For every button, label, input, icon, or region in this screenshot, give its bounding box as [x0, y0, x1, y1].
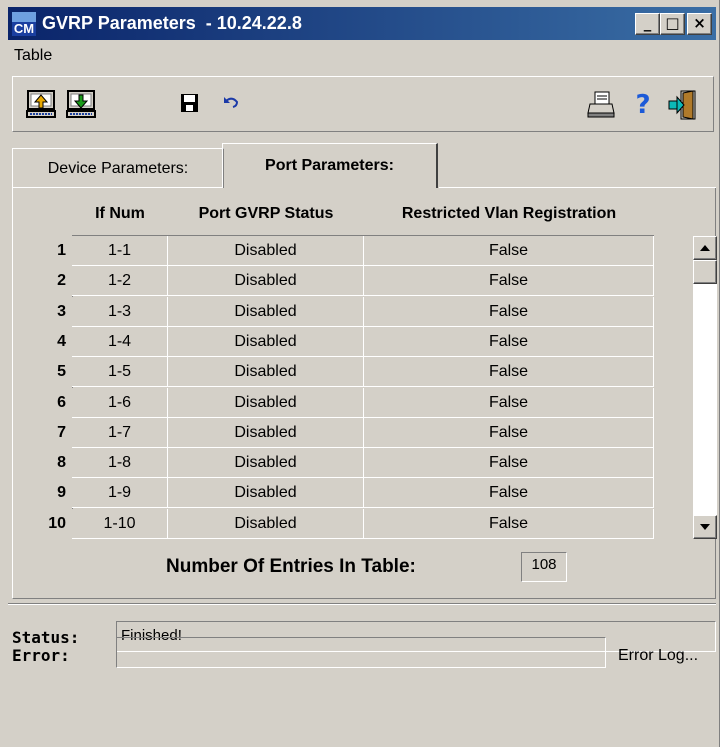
tab-port-label: Port Parameters:	[265, 157, 394, 174]
app-icon-label: CM	[12, 20, 36, 36]
entries-count-value: 108	[521, 552, 567, 582]
vertical-scrollbar[interactable]	[693, 236, 717, 539]
maximize-button[interactable]: □	[660, 12, 685, 35]
cell-gvrp-status[interactable]: Disabled	[168, 448, 364, 478]
error-log-button[interactable]: Error Log...	[618, 647, 698, 665]
minimize-button[interactable]: _	[635, 12, 660, 35]
download-icon[interactable]	[65, 89, 97, 121]
cell-if-num[interactable]: 1-10	[72, 509, 168, 539]
cell-if-num[interactable]: 1-9	[72, 478, 168, 508]
window-title: GVRP Parameters - 10.24.22.8	[42, 13, 302, 33]
tab-device-label: Device Parameters:	[47, 159, 189, 177]
cell-gvrp-status[interactable]: Disabled	[168, 509, 364, 539]
chevron-down-icon	[700, 524, 710, 530]
scroll-up-button[interactable]	[693, 236, 717, 260]
cell-gvrp-status[interactable]: Disabled	[168, 236, 364, 266]
row-number: 4	[57, 333, 66, 350]
menu-table[interactable]: Table	[8, 47, 58, 65]
cell-if-num[interactable]: 1-5	[72, 357, 168, 387]
close-button[interactable]: ×	[687, 12, 712, 35]
tab-port-parameters[interactable]: Port Parameters:	[222, 143, 438, 188]
help-glyph: ?	[635, 90, 651, 120]
cell-restricted-vlan[interactable]: False	[364, 236, 654, 266]
error-field	[116, 637, 606, 668]
row-number: 7	[57, 424, 66, 441]
chevron-up-icon	[700, 245, 710, 251]
column-header-gvrp-status: Port GVRP Status	[198, 205, 334, 222]
row-number: 3	[57, 303, 66, 320]
cell-restricted-vlan[interactable]: False	[364, 478, 654, 508]
cell-restricted-vlan[interactable]: False	[364, 357, 654, 387]
row-number: 1	[57, 242, 66, 259]
toolbar: ?	[12, 76, 714, 132]
cell-restricted-vlan[interactable]: False	[364, 297, 654, 327]
cell-if-num[interactable]: 1-3	[72, 297, 168, 327]
row-number: 8	[57, 454, 66, 471]
row-number: 5	[57, 363, 66, 380]
cell-if-num[interactable]: 1-7	[72, 418, 168, 448]
exit-icon[interactable]	[667, 89, 699, 121]
scroll-thumb[interactable]	[693, 260, 717, 284]
cell-gvrp-status[interactable]: Disabled	[168, 297, 364, 327]
gvrp-window: CM GVRP Parameters - 10.24.22.8 _ □ × Ta…	[0, 0, 720, 747]
cell-restricted-vlan[interactable]: False	[364, 266, 654, 296]
cell-restricted-vlan[interactable]: False	[364, 327, 654, 357]
status-label: Status:	[12, 628, 80, 647]
row-number: 9	[57, 484, 66, 501]
cell-gvrp-status[interactable]: Disabled	[168, 418, 364, 448]
cell-if-num[interactable]: 1-1	[72, 236, 168, 266]
column-header-restricted-vlan: Restricted Vlan Registration	[401, 205, 617, 222]
menu-bar: Table	[8, 42, 58, 70]
column-header-if-num: If Num	[95, 205, 145, 222]
cell-restricted-vlan[interactable]: False	[364, 448, 654, 478]
cell-if-num[interactable]: 1-4	[72, 327, 168, 357]
cell-gvrp-status[interactable]: Disabled	[168, 478, 364, 508]
cell-restricted-vlan[interactable]: False	[364, 388, 654, 418]
help-icon[interactable]: ?	[627, 89, 659, 121]
cell-gvrp-status[interactable]: Disabled	[168, 327, 364, 357]
cell-restricted-vlan[interactable]: False	[364, 418, 654, 448]
cell-if-num[interactable]: 1-6	[72, 388, 168, 418]
print-icon[interactable]	[585, 89, 617, 121]
cell-if-num[interactable]: 1-8	[72, 448, 168, 478]
cell-gvrp-status[interactable]: Disabled	[168, 266, 364, 296]
entries-count-label: Number Of Entries In Table:	[166, 556, 416, 577]
row-number: 6	[57, 394, 66, 411]
title-bar[interactable]: CM GVRP Parameters - 10.24.22.8 _ □ ×	[8, 7, 716, 40]
cell-gvrp-status[interactable]: Disabled	[168, 357, 364, 387]
tab-device-parameters[interactable]: Device Parameters:	[12, 148, 224, 188]
cell-gvrp-status[interactable]: Disabled	[168, 388, 364, 418]
undo-icon[interactable]	[219, 91, 243, 115]
save-icon[interactable]	[177, 91, 201, 115]
upload-icon[interactable]	[25, 89, 57, 121]
cell-restricted-vlan[interactable]: False	[364, 509, 654, 539]
error-label: Error:	[12, 646, 70, 665]
row-number: 2	[57, 272, 66, 289]
scroll-down-button[interactable]	[693, 515, 717, 539]
cell-if-num[interactable]: 1-2	[72, 266, 168, 296]
row-number: 10	[48, 515, 66, 532]
cm-app-icon[interactable]: CM	[12, 11, 36, 36]
status-separator	[8, 603, 716, 605]
